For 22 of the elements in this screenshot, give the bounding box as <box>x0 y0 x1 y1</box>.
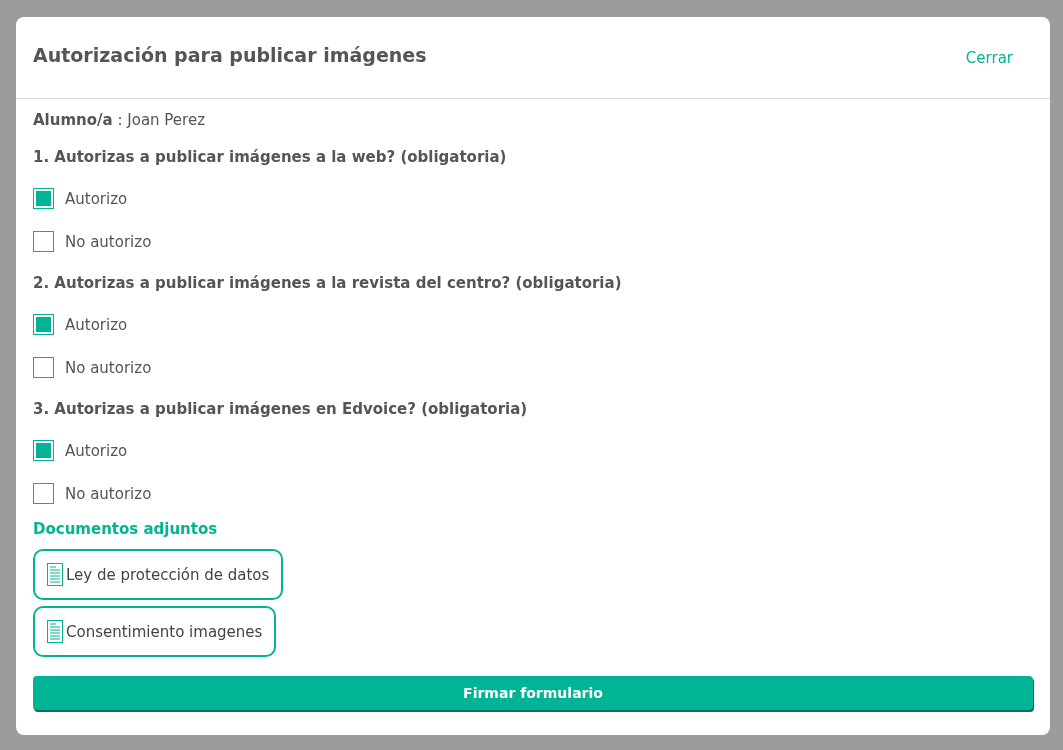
dialog-title: Autorización para publicar imágenes <box>33 43 427 66</box>
attachment-button[interactable]: Consentimiento imagenes <box>33 606 277 657</box>
option-label: No autorizo <box>65 484 152 503</box>
option-label: No autorizo <box>65 232 152 251</box>
question-text: 2. Autorizas a publicar imágenes a la revista del centro? (obligatoria) <box>33 273 623 294</box>
option-label: Autorizo <box>65 315 128 334</box>
checkbox[interactable] <box>33 440 54 461</box>
question-text: 3. Autorizas a publicar imágenes en Edvoice? (obligatoria) <box>33 399 529 420</box>
question-text: 1. Autorizas a publicar imágenes a la web? (obligatoria) <box>33 147 508 168</box>
document-icon <box>47 563 63 586</box>
option-label: Autorizo <box>65 441 128 460</box>
checkbox[interactable] <box>33 314 54 335</box>
document-icon <box>47 620 63 643</box>
checkbox[interactable] <box>33 188 54 209</box>
option-label: No autorizo <box>65 358 152 377</box>
attachments-heading: Documentos adjuntos <box>33 519 219 540</box>
attachment-button[interactable]: Ley de protección de datos <box>33 549 284 600</box>
checkbox[interactable] <box>33 231 54 252</box>
option-label: Autorizo <box>65 189 128 208</box>
checkbox[interactable] <box>33 357 54 378</box>
checkbox[interactable] <box>33 483 54 504</box>
student-line: Alumno/a : Joan Perez <box>33 111 207 131</box>
